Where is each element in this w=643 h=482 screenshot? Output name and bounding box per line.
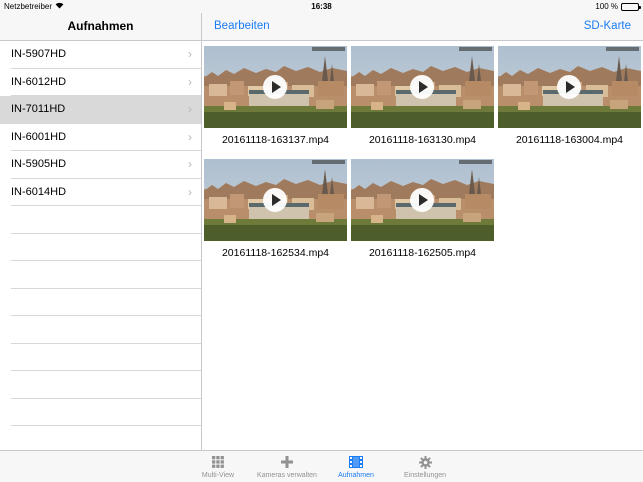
chevron-right-icon: › [188,74,192,89]
chevron-right-icon: › [188,102,192,116]
recording-filename: 20161118-162534.mp4 [221,247,330,259]
plus-icon [247,454,327,470]
recording-filename: 20161118-163137.mp4 [221,134,330,146]
recording-tile[interactable]: 20161118-163130.mp4 [351,46,494,146]
tab-aufnahmen[interactable]: Aufnahmen [316,454,396,479]
camera-list: IN-5907HD › IN-6012HD › IN-7011HD › IN-6… [0,41,201,450]
empty-row [11,206,201,234]
recordings-grid: 20161118-163137.mp4 20161118-163130.mp4 … [202,41,643,450]
tab-label: Einstellungen [403,472,447,479]
tab-multi-view[interactable]: Multi-View [178,454,258,479]
battery-group: 100 % [595,2,641,11]
chevron-right-icon: › [188,184,192,199]
play-icon[interactable] [263,188,287,212]
tab-label: Multi-View [201,472,235,479]
tab-bar: Multi-View Kameras verwalten Aufnahmen E… [0,450,643,482]
play-icon[interactable] [410,75,434,99]
video-thumbnail [204,159,347,241]
recording-filename: 20161118-163004.mp4 [515,134,624,146]
battery-percent: 100 % [595,2,618,11]
gear-icon [385,454,465,470]
chevron-right-icon: › [188,129,192,144]
camera-label: IN-6014HD [11,185,67,198]
tab-label: Kameras verwalten [257,472,317,479]
camera-label: IN-5907HD [11,48,67,60]
camera-row[interactable]: IN-6012HD › [0,69,201,97]
master-nav-bar: Aufnahmen [0,13,201,41]
play-icon[interactable] [557,75,581,99]
camera-row[interactable]: IN-5907HD › [0,41,201,69]
app-screen: Netzbetreiber 16:38 100 % Aufnahmen Bear… [0,0,643,482]
recording-tile[interactable]: 20161118-162505.mp4 [351,159,494,259]
camera-row[interactable]: IN-5905HD › [0,151,201,179]
chevron-right-icon: › [188,157,192,171]
empty-row [11,399,201,426]
recording-tile[interactable]: 20161118-162534.mp4 [204,159,347,259]
empty-row [11,289,201,316]
detail-nav-bar: Bearbeiten SD-Karte [202,13,643,41]
camera-row[interactable]: IN-6001HD › [0,124,201,152]
video-thumbnail [204,46,347,128]
empty-row [11,316,201,344]
battery-icon [621,2,641,11]
empty-row [11,234,201,261]
camera-label: IN-7011HD [11,103,66,115]
grid-icon [178,454,258,470]
tab-kameras-verwalten[interactable]: Kameras verwalten [247,454,327,479]
empty-row [11,261,201,289]
play-icon[interactable] [410,188,434,212]
camera-label: IN-6001HD [11,130,67,143]
recording-filename: 20161118-162505.mp4 [368,247,477,259]
recording-tile[interactable]: 20161118-163004.mp4 [498,46,641,146]
recording-filename: 20161118-163130.mp4 [368,134,477,146]
chevron-right-icon: › [188,47,192,61]
master-title: Aufnahmen [67,19,134,33]
recording-tile[interactable]: 20161118-163137.mp4 [204,46,347,146]
edit-button[interactable]: Bearbeiten [214,13,270,40]
empty-row [11,344,201,371]
camera-label: IN-6012HD [11,75,67,88]
empty-row [11,371,201,399]
video-thumbnail [351,159,494,241]
tab-label: Aufnahmen [338,472,374,479]
play-icon[interactable] [263,75,287,99]
status-time: 16:38 [311,2,332,11]
camera-row-selected[interactable]: IN-7011HD › [0,96,201,124]
video-thumbnail [351,46,494,128]
video-thumbnail [498,46,641,128]
sd-card-button[interactable]: SD-Karte [584,13,631,40]
status-bar: Netzbetreiber 16:38 100 % [0,0,643,13]
tab-einstellungen[interactable]: Einstellungen [385,454,465,479]
film-icon [316,454,396,470]
empty-row [11,426,201,450]
camera-row[interactable]: IN-6014HD › [0,179,201,207]
camera-label: IN-5905HD [11,158,67,170]
